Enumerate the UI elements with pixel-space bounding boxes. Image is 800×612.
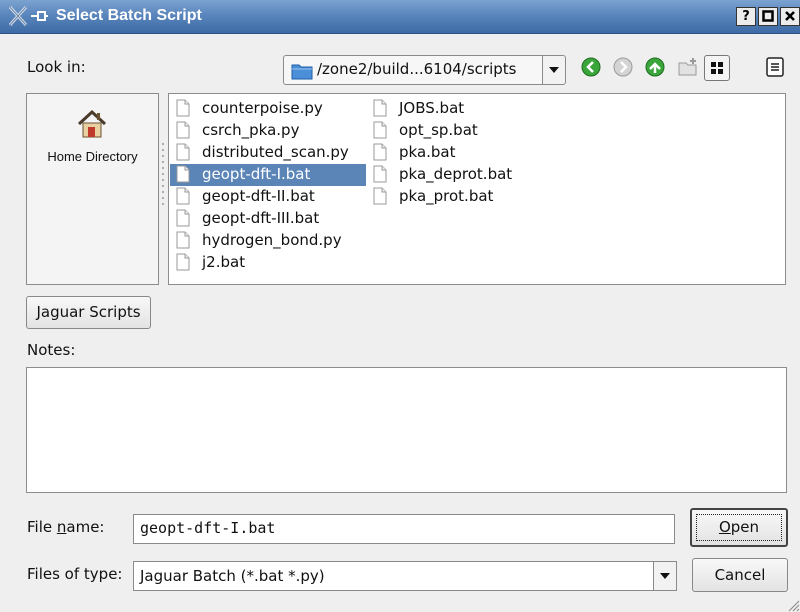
file-item[interactable]: j2.bat: [170, 252, 366, 274]
file-icon: [373, 165, 387, 183]
look-in-label: Look in:: [27, 58, 86, 76]
file-item[interactable]: pka_deprot.bat: [367, 164, 527, 186]
file-item[interactable]: counterpoise.py: [170, 98, 366, 120]
detail-view-icon[interactable]: [763, 55, 787, 79]
file-item-label: pka_prot.bat: [399, 187, 494, 205]
file-item-label: distributed_scan.py: [202, 143, 349, 161]
file-item[interactable]: JOBS.bat: [367, 98, 527, 120]
jaguar-scripts-button[interactable]: Jaguar Scripts: [26, 296, 151, 329]
home-icon: [77, 109, 107, 138]
file-item-label: hydrogen_bond.py: [202, 231, 342, 249]
file-name-label: File name:: [27, 518, 104, 536]
close-icon: [785, 11, 795, 21]
file-icon: [176, 231, 190, 249]
file-item-label: geopt-dft-III.bat: [202, 209, 320, 227]
chevron-down-icon[interactable]: [542, 56, 565, 84]
file-item-label: opt_sp.bat: [399, 121, 478, 139]
look-in-combo[interactable]: /zone2/build...6104/scripts: [283, 55, 566, 85]
file-icon: [176, 165, 190, 183]
file-item[interactable]: geopt-dft-I.bat: [170, 164, 366, 186]
files-of-type-combo[interactable]: Jaguar Batch (*.bat *.py): [133, 561, 677, 591]
files-of-type-label: Files of type:: [27, 565, 123, 583]
look-in-path: /zone2/build...6104/scripts: [317, 60, 517, 78]
file-name-input[interactable]: geopt-dft-I.bat: [133, 514, 675, 544]
maximize-button[interactable]: [758, 7, 778, 26]
select-batch-script-dialog: Select Batch Script ? Look in: /zone2/bu…: [0, 0, 800, 612]
file-item-label: geopt-dft-II.bat: [202, 187, 315, 205]
file-icon: [176, 187, 190, 205]
sidebar-item-home-directory[interactable]: Home Directory: [27, 94, 158, 174]
notes-label: Notes:: [27, 341, 76, 359]
folder-icon: [291, 64, 313, 80]
file-icon: [176, 143, 190, 161]
notes-textarea[interactable]: [26, 367, 787, 493]
chevron-down-icon[interactable]: [653, 562, 676, 590]
x-logo-icon[interactable]: [8, 5, 28, 27]
file-icon: [176, 121, 190, 139]
file-item[interactable]: csrch_pka.py: [170, 120, 366, 142]
file-item-label: j2.bat: [202, 253, 246, 271]
file-item[interactable]: geopt-dft-II.bat: [170, 186, 366, 208]
pin-icon[interactable]: [30, 9, 48, 23]
file-icon: [373, 99, 387, 117]
file-item[interactable]: opt_sp.bat: [367, 120, 527, 142]
close-button[interactable]: [780, 7, 800, 26]
file-list[interactable]: counterpoise.py csrch_pka.py distributed_s…: [168, 93, 786, 285]
file-item[interactable]: pka.bat: [367, 142, 527, 164]
resize-grip-icon[interactable]: [786, 598, 800, 612]
file-name-label-mnemonic: n: [56, 518, 67, 536]
file-icon: [373, 187, 387, 205]
maximize-icon: [762, 10, 774, 22]
file-item[interactable]: pka_prot.bat: [367, 186, 527, 208]
file-icon: [373, 121, 387, 139]
file-item[interactable]: geopt-dft-III.bat: [170, 208, 366, 230]
forward-icon[interactable]: [611, 55, 635, 79]
cancel-button[interactable]: Cancel: [692, 558, 788, 592]
file-item-label: counterpoise.py: [202, 99, 323, 117]
file-icon: [176, 253, 190, 271]
sidebar-item-label: Home Directory: [47, 149, 138, 164]
back-icon[interactable]: [579, 55, 603, 79]
file-icon: [373, 143, 387, 161]
files-of-type-value: Jaguar Batch (*.bat *.py): [140, 567, 325, 585]
file-item-label: pka_deprot.bat: [399, 165, 513, 183]
icon-view-button[interactable]: [704, 55, 730, 81]
help-button[interactable]: ?: [736, 7, 756, 26]
file-item-label: geopt-dft-I.bat: [202, 165, 311, 183]
file-item-label: csrch_pka.py: [202, 121, 300, 139]
splitter-handle[interactable]: [160, 140, 166, 212]
new-folder-icon[interactable]: [676, 55, 700, 79]
file-icon: [176, 209, 190, 227]
open-button-mnemonic: O: [718, 518, 731, 536]
file-name-label-pre: File: [27, 518, 57, 536]
sidebar: Home Directory: [26, 93, 159, 285]
title-bar[interactable]: Select Batch Script ?: [0, 0, 800, 34]
open-button[interactable]: Open: [690, 508, 788, 547]
open-button-label: pen: [730, 518, 760, 536]
file-name-label-post: ame:: [66, 518, 105, 536]
file-item-label: JOBS.bat: [399, 99, 465, 117]
file-item[interactable]: distributed_scan.py: [170, 142, 366, 164]
icon-view-icon: [711, 62, 723, 74]
window-title: Select Batch Script: [56, 7, 202, 24]
up-icon[interactable]: [643, 55, 667, 79]
file-icon: [176, 99, 190, 117]
open-button-focus: Open: [696, 514, 782, 541]
file-item-label: pka.bat: [399, 143, 456, 161]
file-item[interactable]: hydrogen_bond.py: [170, 230, 366, 252]
